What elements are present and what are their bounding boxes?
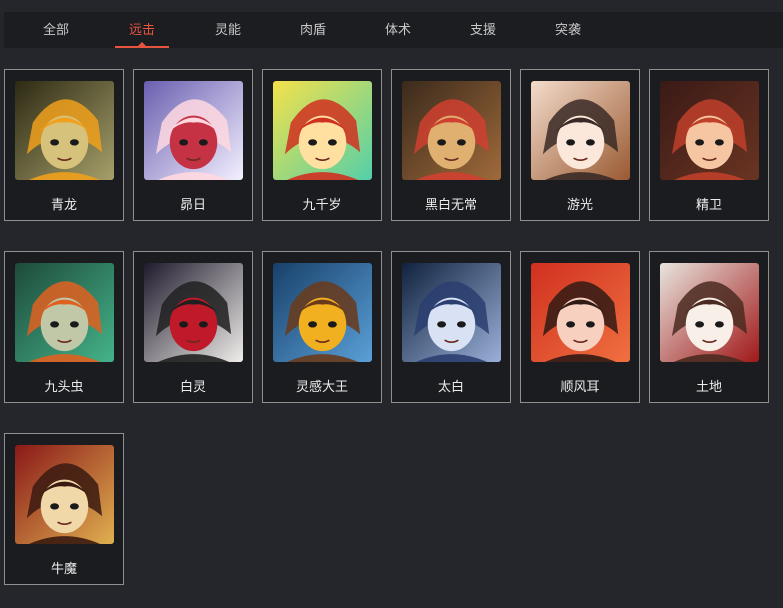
character-card[interactable]: 精卫: [649, 69, 769, 221]
character-name: 牛魔: [50, 562, 77, 577]
tab-support[interactable]: 支援: [459, 12, 507, 48]
character-card[interactable]: 土地: [649, 251, 769, 403]
character-name: 精卫: [695, 198, 722, 213]
portrait-maori: [144, 81, 243, 180]
character-name: 太白: [437, 380, 464, 395]
character-name: 顺风耳: [560, 380, 600, 395]
portrait-jingwei: [660, 81, 759, 180]
tab-label: 全部: [42, 23, 69, 38]
tab-label: 灵能: [214, 23, 241, 38]
portrait-jiuqiansui: [273, 81, 372, 180]
character-card[interactable]: 牛魔: [4, 433, 124, 585]
character-name: 白灵: [179, 380, 206, 395]
character-name: 九头虫: [44, 380, 84, 395]
tab-label: 突袭: [554, 23, 581, 38]
portrait-heibaiwuchang: [402, 81, 501, 180]
portrait-linggandawang: [273, 263, 372, 362]
portrait-tudi: [660, 263, 759, 362]
character-name: 九千岁: [302, 198, 342, 213]
portrait-jiutouchong: [15, 263, 114, 362]
character-name: 游光: [566, 198, 593, 213]
character-card[interactable]: 游光: [520, 69, 640, 221]
character-card[interactable]: 昴日: [133, 69, 253, 221]
portrait-taibai: [402, 263, 501, 362]
tab-assault[interactable]: 突袭: [544, 12, 592, 48]
character-name: 昴日: [179, 198, 206, 213]
portrait-bailing: [144, 263, 243, 362]
portrait-qinglong: [15, 81, 114, 180]
tab-tank[interactable]: 肉盾: [289, 12, 337, 48]
character-name: 灵感大王: [295, 380, 348, 395]
tab-martial[interactable]: 体术: [374, 12, 422, 48]
tab-all[interactable]: 全部: [32, 12, 80, 48]
portrait-shunfenger: [531, 263, 630, 362]
character-card[interactable]: 灵感大王: [262, 251, 382, 403]
character-card[interactable]: 九千岁: [262, 69, 382, 221]
portrait-niumo: [15, 445, 114, 544]
portrait-youguang: [531, 81, 630, 180]
character-name: 青龙: [50, 198, 77, 213]
tab-label: 体术: [384, 23, 411, 38]
character-card[interactable]: 顺风耳: [520, 251, 640, 403]
character-name: 土地: [695, 380, 722, 395]
tab-label: 支援: [469, 23, 496, 38]
character-name: 黑白无常: [424, 198, 477, 213]
tab-ranged[interactable]: 远击: [115, 12, 169, 48]
character-card[interactable]: 九头虫: [4, 251, 124, 403]
character-card[interactable]: 黑白无常: [391, 69, 511, 221]
character-card[interactable]: 白灵: [133, 251, 253, 403]
category-tab-bar: 全部 远击 灵能 肉盾 体术 支援 突袭: [4, 12, 783, 48]
active-tab-underline: [115, 46, 169, 48]
tab-label: 远击: [128, 23, 155, 38]
tab-psionic[interactable]: 灵能: [204, 12, 252, 48]
tab-label: 肉盾: [299, 23, 326, 38]
character-card[interactable]: 青龙: [4, 69, 124, 221]
character-card[interactable]: 太白: [391, 251, 511, 403]
